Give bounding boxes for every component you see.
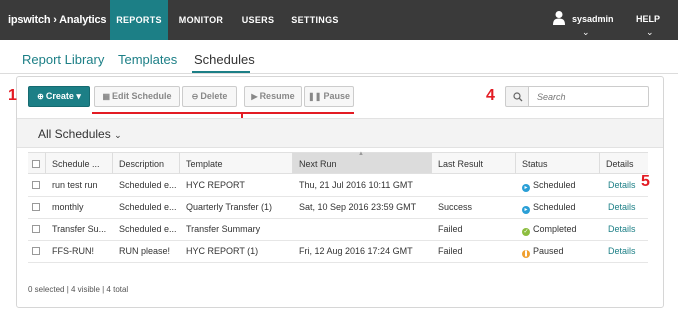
cell-next-run: Fri, 12 Aug 2016 17:24 GMT	[299, 246, 413, 256]
edit-schedule-button[interactable]: ▦ Edit Schedule	[94, 86, 180, 107]
search-icon	[513, 92, 523, 102]
cell-last-result: Failed	[438, 224, 463, 234]
column-header-description[interactable]: Description	[113, 152, 180, 174]
check-icon: ✓	[522, 228, 530, 236]
cell-schedule-name: Transfer Su...	[52, 224, 107, 234]
tab-report-library[interactable]: Report Library	[22, 52, 104, 67]
column-header-details[interactable]: Details	[600, 152, 648, 174]
row-checkbox[interactable]	[32, 181, 40, 189]
plus-circle-icon: ⊕	[37, 92, 44, 101]
row-checkbox[interactable]	[32, 247, 40, 255]
details-link[interactable]: Details	[602, 196, 648, 218]
nav-reports[interactable]: REPORTS	[110, 0, 168, 40]
pause-status-icon: ❚	[522, 250, 530, 258]
nav-settings[interactable]: SETTINGS	[284, 0, 346, 40]
details-link[interactable]: Details	[602, 240, 648, 262]
cell-last-result: Success	[438, 202, 473, 212]
cell-status: ▸ Scheduled	[516, 174, 600, 196]
select-all-header	[28, 152, 46, 174]
details-link[interactable]: Details	[602, 174, 648, 196]
delete-label: Delete	[200, 91, 228, 101]
tab-schedules[interactable]: Schedules	[194, 52, 255, 67]
cell-last-result	[432, 174, 516, 196]
status-text: Paused	[533, 246, 564, 256]
status-text: Scheduled	[533, 202, 576, 212]
row-checkbox[interactable]	[32, 225, 40, 233]
app-logo[interactable]: ipswitch › Analytics	[0, 0, 110, 40]
cell-template: HYC REPORT (1)	[186, 246, 259, 256]
status-text: Completed	[533, 224, 577, 234]
cell-last-result: Failed	[438, 246, 463, 256]
user-menu[interactable]: sysadmin ⌄	[552, 8, 622, 37]
chevron-down-icon: ⌄	[114, 130, 122, 140]
cell-description: Scheduled e...	[119, 202, 177, 212]
sub-tabs: Report Library Templates Schedules	[0, 40, 678, 74]
cell-description: Scheduled e...	[119, 224, 177, 234]
pause-icon: ❚❚	[308, 92, 322, 101]
chevron-down-icon: ⌄	[646, 27, 654, 37]
filter-label: All Schedules	[38, 127, 111, 141]
chevron-down-icon: ⌄	[582, 27, 590, 37]
create-label: Create	[45, 91, 74, 101]
create-button[interactable]: ⊕ Create ▾	[28, 86, 90, 107]
divider	[0, 73, 678, 74]
annotation-1: 1	[8, 87, 17, 104]
select-all-checkbox[interactable]	[32, 160, 40, 168]
calendar-icon: ▦	[102, 92, 111, 101]
top-navbar: ipswitch › Analytics REPORTS MONITOR USE…	[0, 0, 678, 40]
cell-next-run: Sat, 10 Sep 2016 23:59 GMT	[299, 202, 417, 212]
sort-ascending-icon: ▲	[358, 151, 364, 157]
cell-template: HYC REPORT	[186, 180, 245, 190]
delete-button[interactable]: ⊖ Delete	[182, 86, 237, 107]
help-menu[interactable]: HELP	[636, 14, 660, 24]
annotation-4: 4	[486, 87, 495, 104]
cell-schedule-name: FFS-RUN!	[52, 246, 94, 256]
search-button[interactable]	[505, 86, 529, 107]
cell-status: ▸ Scheduled	[516, 196, 600, 218]
cell-description: Scheduled e...	[119, 180, 177, 190]
cell-schedule-name: monthly	[52, 202, 84, 212]
cell-schedule-name: run test run	[52, 180, 98, 190]
pause-button[interactable]: ❚❚ Pause	[304, 86, 354, 107]
search-input[interactable]	[529, 86, 649, 107]
cell-template: Quarterly Transfer (1)	[186, 202, 273, 212]
user-name: sysadmin	[572, 14, 614, 24]
column-header-last-result[interactable]: Last Result	[432, 152, 516, 174]
details-link[interactable]: Details	[602, 218, 648, 240]
cell-status: ❚ Paused	[516, 240, 600, 262]
annotation-bracket	[92, 112, 354, 114]
row-checkbox[interactable]	[32, 203, 40, 211]
status-text: Scheduled	[533, 180, 576, 190]
nav-monitor[interactable]: MONITOR	[170, 0, 232, 40]
cell-next-run: Thu, 21 Jul 2016 10:11 GMT	[299, 180, 413, 190]
user-icon	[553, 11, 565, 25]
play-icon: ▶	[251, 92, 258, 101]
nav-users[interactable]: USERS	[234, 0, 282, 40]
cell-next-run	[293, 218, 432, 240]
edit-label: Edit Schedule	[112, 91, 172, 101]
table-footer-summary: 0 selected | 4 visible | 4 total	[28, 285, 129, 294]
column-header-status[interactable]: Status	[516, 152, 600, 174]
cell-status: ✓ Completed	[516, 218, 600, 240]
scheduled-icon: ▸	[522, 184, 530, 192]
column-header-template[interactable]: Template	[180, 152, 293, 174]
column-header-schedule[interactable]: Schedule ...	[46, 152, 113, 174]
schedule-filter-dropdown[interactable]: All Schedules ⌄	[38, 127, 122, 141]
resume-button[interactable]: ▶ Resume	[244, 86, 302, 107]
pause-label: Pause	[323, 91, 350, 101]
cell-template: Transfer Summary	[186, 224, 261, 234]
resume-label: Resume	[259, 91, 295, 101]
tab-templates[interactable]: Templates	[118, 52, 177, 67]
row-divider	[28, 262, 648, 263]
minus-circle-icon: ⊖	[191, 92, 199, 101]
cell-description: RUN please!	[119, 246, 171, 256]
scheduled-icon: ▸	[522, 206, 530, 214]
